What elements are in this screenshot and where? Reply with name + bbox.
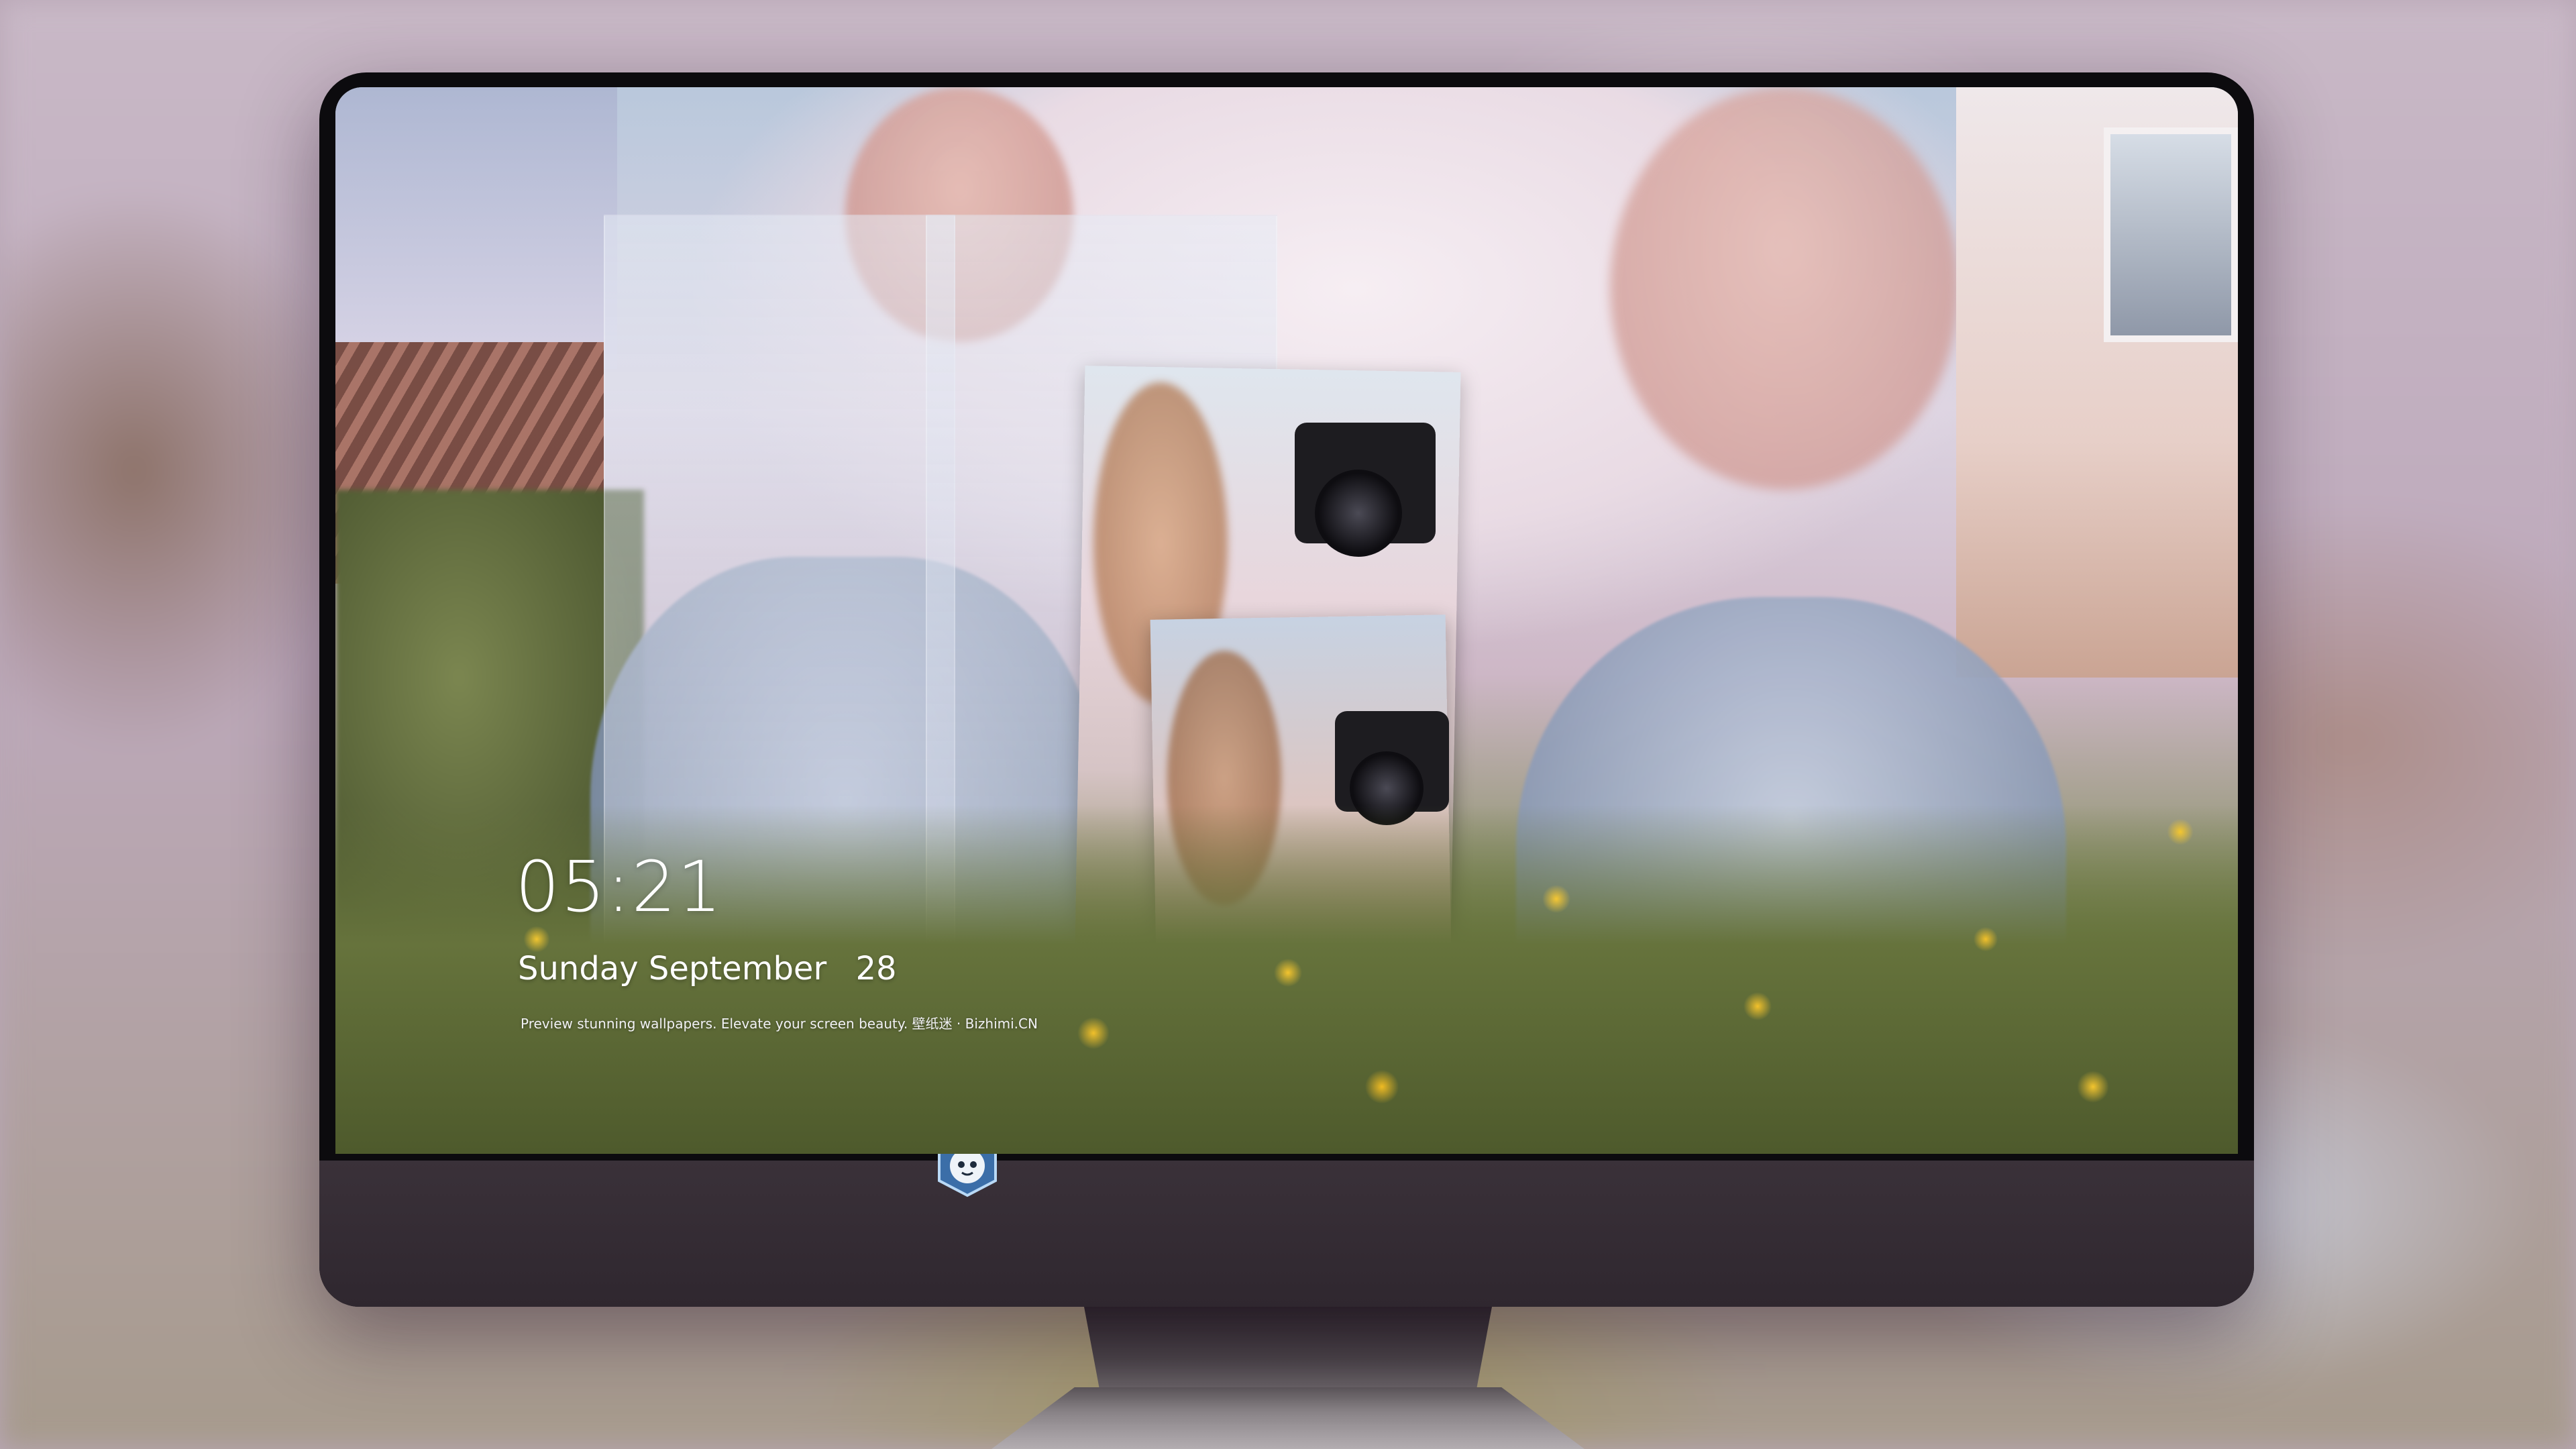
monitor-stand-neck	[1084, 1307, 1492, 1394]
wallpaper-arm	[1610, 87, 1959, 490]
wallpaper	[335, 87, 2238, 1154]
lock-screen-time: 05:21	[515, 846, 723, 928]
desktop-screen: 05:21 Sunday September 28 Preview stunni…	[335, 87, 2238, 1154]
wallpaper-sky	[335, 87, 617, 369]
wallpaper-tagline: Preview stunning wallpapers. Elevate you…	[521, 1016, 1038, 1032]
date-month: September	[648, 950, 827, 987]
wallpaper-window	[2104, 127, 2238, 342]
date-day: 28	[855, 950, 897, 987]
lock-screen-date: Sunday September 28	[518, 953, 897, 985]
monitor-stand-base	[991, 1387, 1585, 1449]
monitor-chin	[319, 1161, 2254, 1307]
wallpaper-camera-lens	[1315, 470, 1402, 557]
date-weekday: Sunday	[518, 950, 639, 987]
